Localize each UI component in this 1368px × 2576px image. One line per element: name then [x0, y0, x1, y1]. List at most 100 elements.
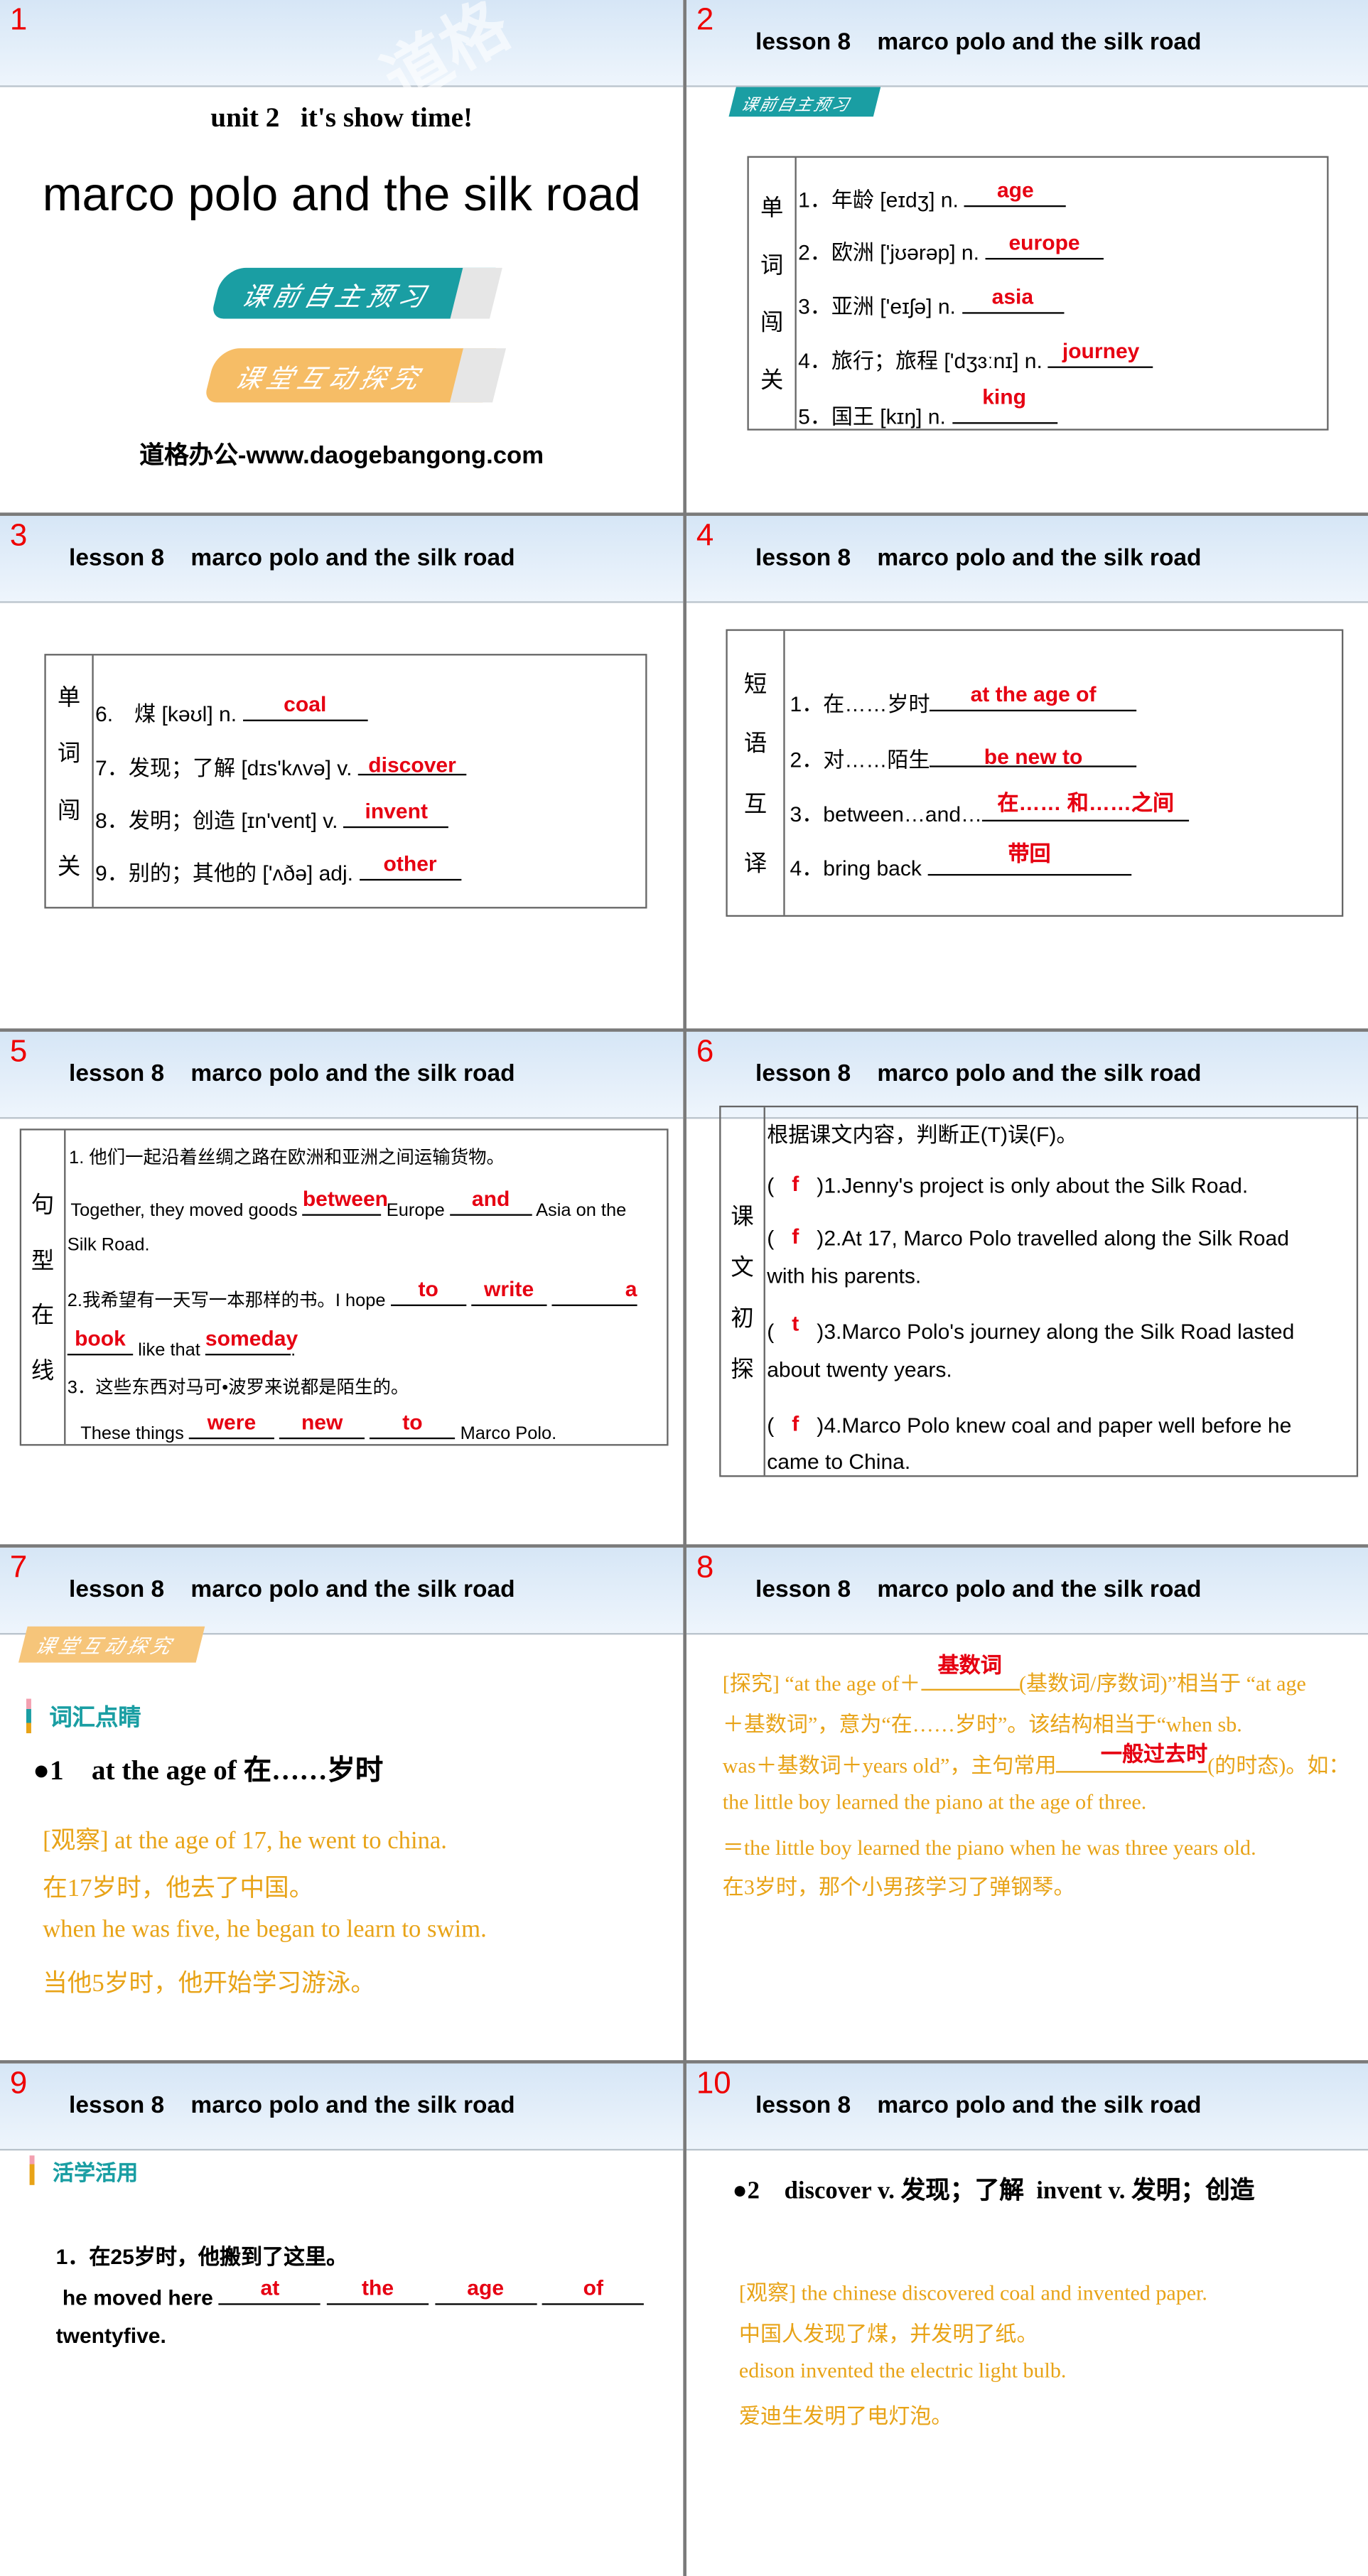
sentence-text: These things	[80, 1424, 189, 1445]
answer-blank[interactable]: and	[449, 1186, 532, 1216]
unit-subtitle: unit 2 it's show time!	[210, 102, 473, 134]
sentence-cn: 1. 他们一起沿着丝绸之路在欧洲和亚洲之间运输货物。	[69, 1148, 505, 1168]
answer-blank[interactable]: other	[359, 851, 461, 881]
answer-blank[interactable]: asia	[962, 284, 1064, 314]
website-footer[interactable]: 道格办公-www.daogebangong.com	[0, 437, 683, 472]
slide-title: lesson 8 marco polo and the silk road	[69, 1061, 515, 1088]
answer-slot[interactable]: f	[774, 1222, 817, 1249]
answer-blank[interactable]: book	[67, 1326, 134, 1356]
item-text: )3.Marco Polo's journey along the Silk R…	[817, 1319, 1295, 1344]
answer-slot[interactable]: t	[774, 1311, 817, 1339]
explanation-text: (基数词/序数词)”相当于 “at age	[1019, 1671, 1306, 1696]
side-char: 单	[760, 193, 784, 220]
table-side-label: 短语互译	[728, 630, 785, 915]
answer-blank[interactable]: 带回	[927, 841, 1131, 876]
answer-blank[interactable]: 在…… 和……之间	[982, 790, 1190, 821]
question-text: 4．bring back	[790, 856, 928, 881]
slide-number: 8	[696, 1551, 714, 1585]
slide-1[interactable]: 道格 1 unit 2 it's show time! marco polo a…	[0, 0, 684, 513]
question-text: 8．发明；创造 [ɪn'vent] v.	[95, 808, 344, 834]
slide-5[interactable]: 5 lesson 8 marco polo and the silk road …	[0, 1031, 684, 1545]
answer-blank[interactable]: of	[542, 2275, 645, 2305]
answer-text: between	[302, 1186, 389, 1211]
side-char: 文	[731, 1252, 754, 1279]
slide-header: 道格	[0, 0, 684, 117]
exercise-text: twentyfive.	[55, 2323, 166, 2348]
answer-blank[interactable]: age	[964, 178, 1067, 208]
question-text: 3．between…and…	[790, 802, 983, 826]
slide-7[interactable]: 7 lesson 8 marco polo and the silk road …	[0, 1547, 684, 2061]
answer-text: king	[982, 384, 1026, 409]
answer-blank[interactable]: a	[551, 1276, 637, 1306]
section-heading: 词汇点睛	[49, 1703, 141, 1730]
answer-text: europe	[1008, 230, 1080, 255]
side-char: 关	[57, 852, 81, 879]
answer-text: a	[625, 1276, 637, 1302]
answer-blank[interactable]: 一般过去时	[1056, 1742, 1208, 1773]
tf-item: (f)1.Jenny's project is only about the S…	[767, 1170, 1248, 1197]
side-char: 译	[743, 848, 768, 875]
answer-blank[interactable]: at	[219, 2275, 321, 2305]
phrase-row: 1．在……岁时 at the age of	[790, 681, 1137, 718]
answer-blank[interactable]: 基数词	[920, 1653, 1020, 1691]
answer-blank[interactable]: write	[470, 1276, 547, 1306]
answer-blank[interactable]: europe	[985, 230, 1104, 260]
side-char: 短	[743, 670, 768, 697]
answer-text: f	[792, 1224, 799, 1249]
answer-slot[interactable]: f	[774, 1410, 817, 1436]
preview-button-label: 课前自主预习	[238, 280, 434, 312]
explanation-line: ＋基数词”，意为“在……岁时”。该结构相当于“when sb.	[722, 1711, 1242, 1737]
answer-blank[interactable]: invent	[343, 799, 449, 829]
example-line: [观察] the chinese discovered coal and inv…	[738, 2280, 1207, 2305]
answer-blank[interactable]: were	[188, 1410, 275, 1440]
answer-blank[interactable]: at the age of	[930, 681, 1137, 712]
slide-3[interactable]: 3 lesson 8 marco polo and the silk road …	[0, 515, 684, 1029]
answer-text: book	[75, 1325, 126, 1351]
slide-9[interactable]: 9 lesson 8 marco polo and the silk road …	[0, 2063, 684, 2576]
answer-slot[interactable]: f	[774, 1170, 817, 1196]
slide-8[interactable]: 8 lesson 8 marco polo and the silk road …	[686, 1547, 1368, 2061]
tf-item: (f)2.At 17, Marco Polo travelled along t…	[767, 1222, 1289, 1250]
section-badge: 课堂互动探究	[18, 1626, 205, 1663]
answer-text: new	[301, 1409, 343, 1435]
phrase-row: 4．bring back 带回	[790, 841, 1131, 883]
answer-blank[interactable]: new	[279, 1410, 365, 1440]
slide-title: lesson 8 marco polo and the silk road	[755, 545, 1202, 572]
answer-blank[interactable]: coal	[242, 691, 368, 721]
answer-text: age	[996, 177, 1034, 203]
slide-title: lesson 8 marco polo and the silk road	[755, 1577, 1202, 1604]
example-line: when he was five, he began to learn to s…	[43, 1917, 487, 1944]
item-text: )4.Marco Polo knew coal and paper well b…	[817, 1413, 1292, 1438]
slide-10[interactable]: 10 lesson 8 marco polo and the silk road…	[686, 2063, 1368, 2576]
answer-text: invent	[365, 798, 428, 824]
slide-2[interactable]: 2 lesson 8 marco polo and the silk road …	[686, 0, 1368, 513]
answer-blank[interactable]: someday	[205, 1326, 298, 1356]
side-char: 互	[743, 789, 768, 817]
phrase-row: 3．between…and… 在…… 和……之间	[790, 790, 1190, 828]
answer-text: f	[792, 1411, 799, 1436]
slide-6[interactable]: 6 lesson 8 marco polo and the silk road …	[686, 1031, 1368, 1545]
answer-blank[interactable]: discover	[357, 751, 467, 777]
vocab-table: 单词闯关 6. 煤 [kəʊl] n. coal 7．发现；了解 [dɪs'kʌ…	[44, 654, 647, 909]
true-false-table: 课文初探 根据课文内容，判断正(T)误(F)。 (f)1.Jenny's pro…	[719, 1105, 1359, 1477]
side-char: 单	[57, 684, 81, 711]
slide-4[interactable]: 4 lesson 8 marco polo and the silk road …	[686, 515, 1368, 1029]
answer-blank[interactable]: king	[952, 384, 1057, 424]
answer-blank[interactable]: the	[326, 2275, 429, 2305]
example-line: 当他5岁时，他开始学习游泳。	[43, 1971, 376, 1998]
example-line: edison invented the electric light bulb.	[738, 2357, 1067, 2383]
answer-blank[interactable]: to	[390, 1276, 466, 1306]
tf-item-cont: about twenty years.	[767, 1357, 952, 1382]
slide-number: 3	[9, 519, 28, 554]
explanation-line: [探究] “at the age of＋ 基数词 (基数词/序数词)”相当于 “at…	[723, 1653, 1306, 1697]
answer-blank[interactable]: age	[434, 2275, 537, 2305]
question-text: 3．亚洲 ['eɪʃə] n.	[798, 293, 962, 319]
answer-blank[interactable]: to	[370, 1410, 456, 1440]
answer-blank[interactable]: journey	[1048, 338, 1154, 368]
example-line: 在3岁时，那个小男孩学习了弹钢琴。	[722, 1874, 1075, 1899]
side-char: 词	[760, 251, 784, 278]
answer-blank[interactable]: between	[302, 1186, 388, 1216]
answer-blank[interactable]: be new to	[930, 743, 1137, 769]
answer-text: journey	[1062, 338, 1140, 363]
question-text: 5．国王 [kɪŋ] n.	[798, 404, 952, 429]
